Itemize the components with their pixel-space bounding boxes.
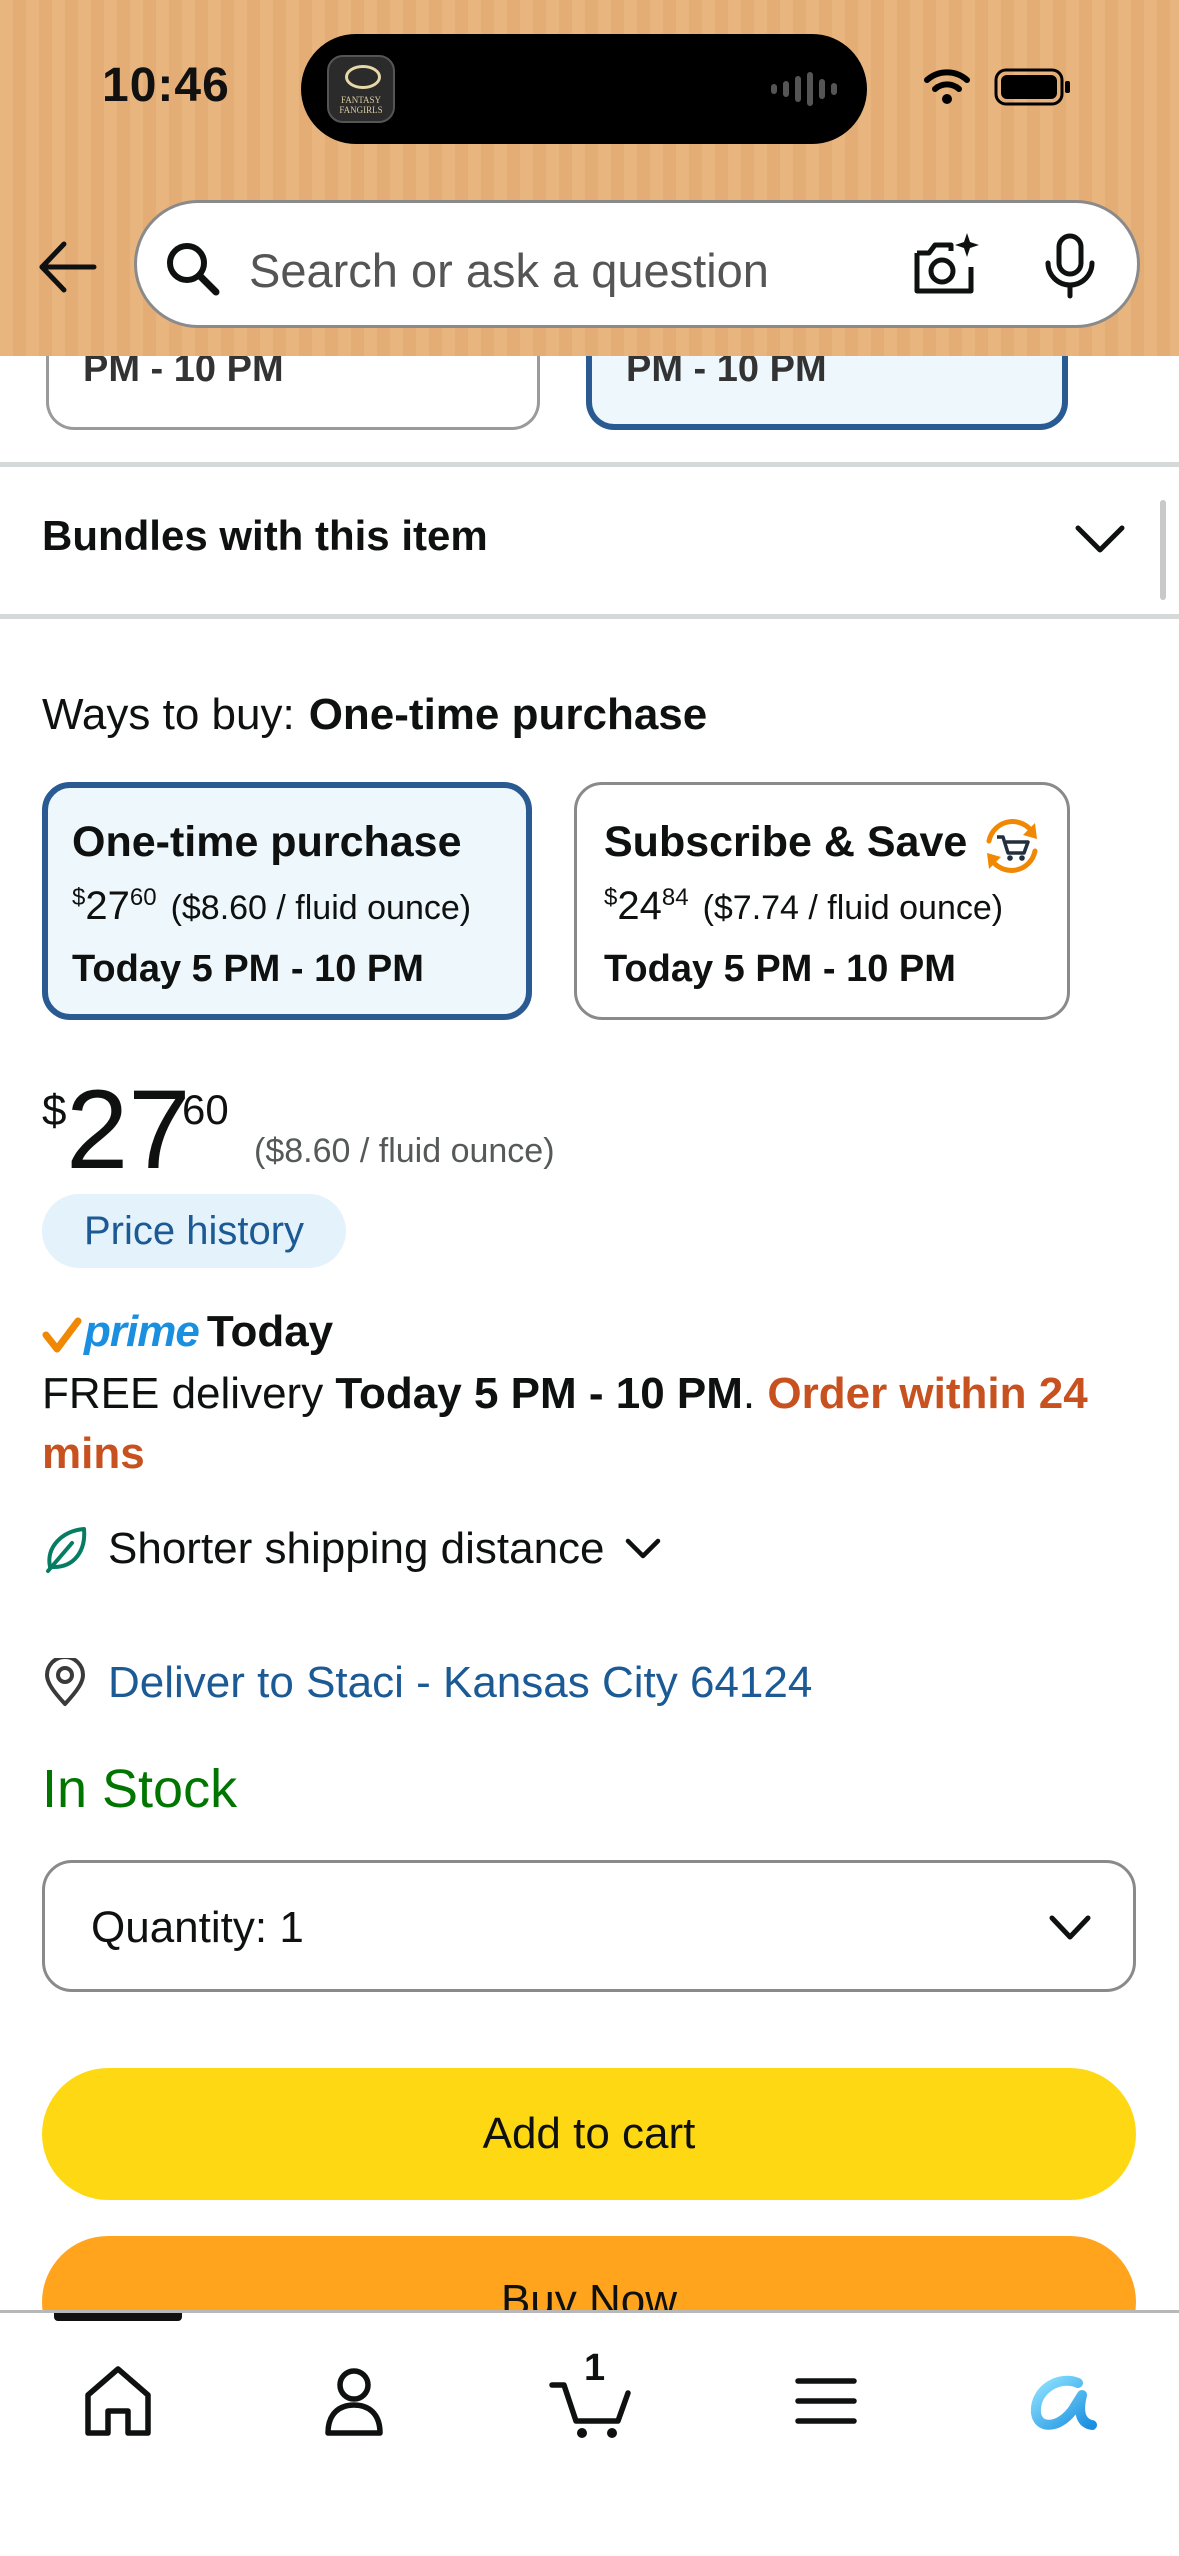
nav-active-indicator [54,2313,182,2321]
price-currency: $ [42,1086,67,1135]
option-price-whole: 27 [85,884,130,928]
option-price: $2484 ($7.74 / fluid ounce) [604,884,1003,929]
prime-today: Today [206,1307,334,1356]
option-unit-price: ($8.60 / fluid ounce) [170,889,472,927]
app-logo-glyph [345,65,381,89]
delivery-prefix: FREE delivery [42,1369,336,1418]
stock-status: In Stock [42,1759,238,1819]
shipping-distance-label: Shorter shipping distance [108,1524,605,1573]
price-whole: 27 [66,1067,191,1192]
price-unit: ($8.60 / fluid ounce) [254,1132,555,1170]
option-title: Subscribe & Save [604,818,968,866]
option-currency: $ [72,884,86,911]
menu-icon [795,2378,857,2424]
rufus-ai-icon [1030,2375,1097,2430]
leaf-icon [46,1527,87,1573]
cart-count-badge: 1 [584,2347,606,2389]
camera-search-icon[interactable] [911,231,981,299]
nav-menu[interactable] [784,2359,868,2443]
quantity-text: Quantity: 1 [91,1903,304,1953]
wifi-icon [924,69,970,104]
option-currency: $ [604,884,618,911]
option-price-whole: 24 [617,884,662,928]
ways-to-buy-label: Ways to buy: [42,690,295,739]
nav-rufus-assistant[interactable] [1020,2359,1104,2443]
option-price-fraction: 60 [129,884,157,911]
bottom-navigation: 1 [0,2310,1179,2556]
microphone-icon[interactable] [1043,233,1097,299]
nav-account[interactable] [312,2359,396,2443]
divider [0,462,1179,467]
ways-to-buy-selected: One-time purchase [308,690,708,739]
live-activity-app-icon: FANTASY FANGIRLS [327,55,395,123]
dynamic-island: FANTASY FANGIRLS [301,34,867,144]
home-icon [85,2366,151,2436]
quantity-label: Quantity: [91,1903,268,1952]
search-icon [167,243,220,296]
deliver-to-link[interactable]: Deliver to Staci - Kansas City 64124 [42,1648,812,1718]
status-time: 10:46 [102,59,230,112]
delivery-period: . [742,1369,768,1418]
price-history-button[interactable]: Price history [42,1194,346,1268]
option-unit-price: ($7.74 / fluid ounce) [702,889,1004,927]
top-header: 10:46 FANTASY FANGIRLS Search or ask a q… [0,0,1179,356]
chevron-down-icon [625,1538,660,1559]
add-to-cart-button[interactable]: Add to cart [42,2068,1136,2200]
quantity-value: 1 [279,1903,304,1952]
price-fraction: 60 [182,1086,229,1133]
divider [0,614,1179,619]
nav-home[interactable] [76,2359,160,2443]
prime-badge: prime Today [42,1302,333,1362]
bundles-title: Bundles with this item [42,512,488,559]
search-input[interactable]: Search or ask a question [249,243,769,298]
delivery-info: FREE delivery Today 5 PM - 10 PM. Order … [42,1364,1152,1484]
delivery-window: Today 5 PM - 10 PM [335,1369,743,1418]
option-price-fraction: 84 [661,884,689,911]
deliver-to-address: Deliver to Staci - Kansas City 64124 [108,1658,813,1707]
bundles-section-toggle[interactable]: Bundles with this item [0,474,1179,614]
nav-cart[interactable]: 1 [548,2347,636,2443]
location-pin-icon [45,1658,85,1706]
battery-icon [994,68,1070,106]
shipping-distance-toggle[interactable]: Shorter shipping distance [42,1514,663,1584]
prime-logo-text: prime [84,1307,200,1356]
one-time-purchase-option[interactable]: One-time purchase $2760 ($8.60 / fluid ou… [42,782,532,1020]
chevron-down-icon [1075,525,1125,553]
scroll-indicator [1160,500,1166,600]
audio-waveform-icon [771,72,837,106]
option-title: One-time purchase [72,818,462,866]
user-icon [325,2368,383,2436]
subscribe-and-save-option[interactable]: Subscribe & Save $2484 ($7.74 / fluid oun… [574,782,1070,1020]
ways-to-buy: Ways to buy: One-time purchase [42,690,707,740]
back-arrow-icon[interactable] [36,236,98,298]
search-bar[interactable]: Search or ask a question [134,200,1140,328]
prime-check-icon [42,1317,82,1353]
chevron-down-icon [1049,1915,1091,1940]
app-logo-text: FANTASY FANGIRLS [339,95,383,115]
option-price: $2760 ($8.60 / fluid ounce) [72,884,471,929]
quantity-dropdown[interactable]: Quantity: 1 [42,1860,1136,1992]
option-delivery: Today 5 PM - 10 PM [72,948,424,990]
option-delivery: Today 5 PM - 10 PM [604,948,956,990]
subscribe-cart-icon [986,819,1038,873]
